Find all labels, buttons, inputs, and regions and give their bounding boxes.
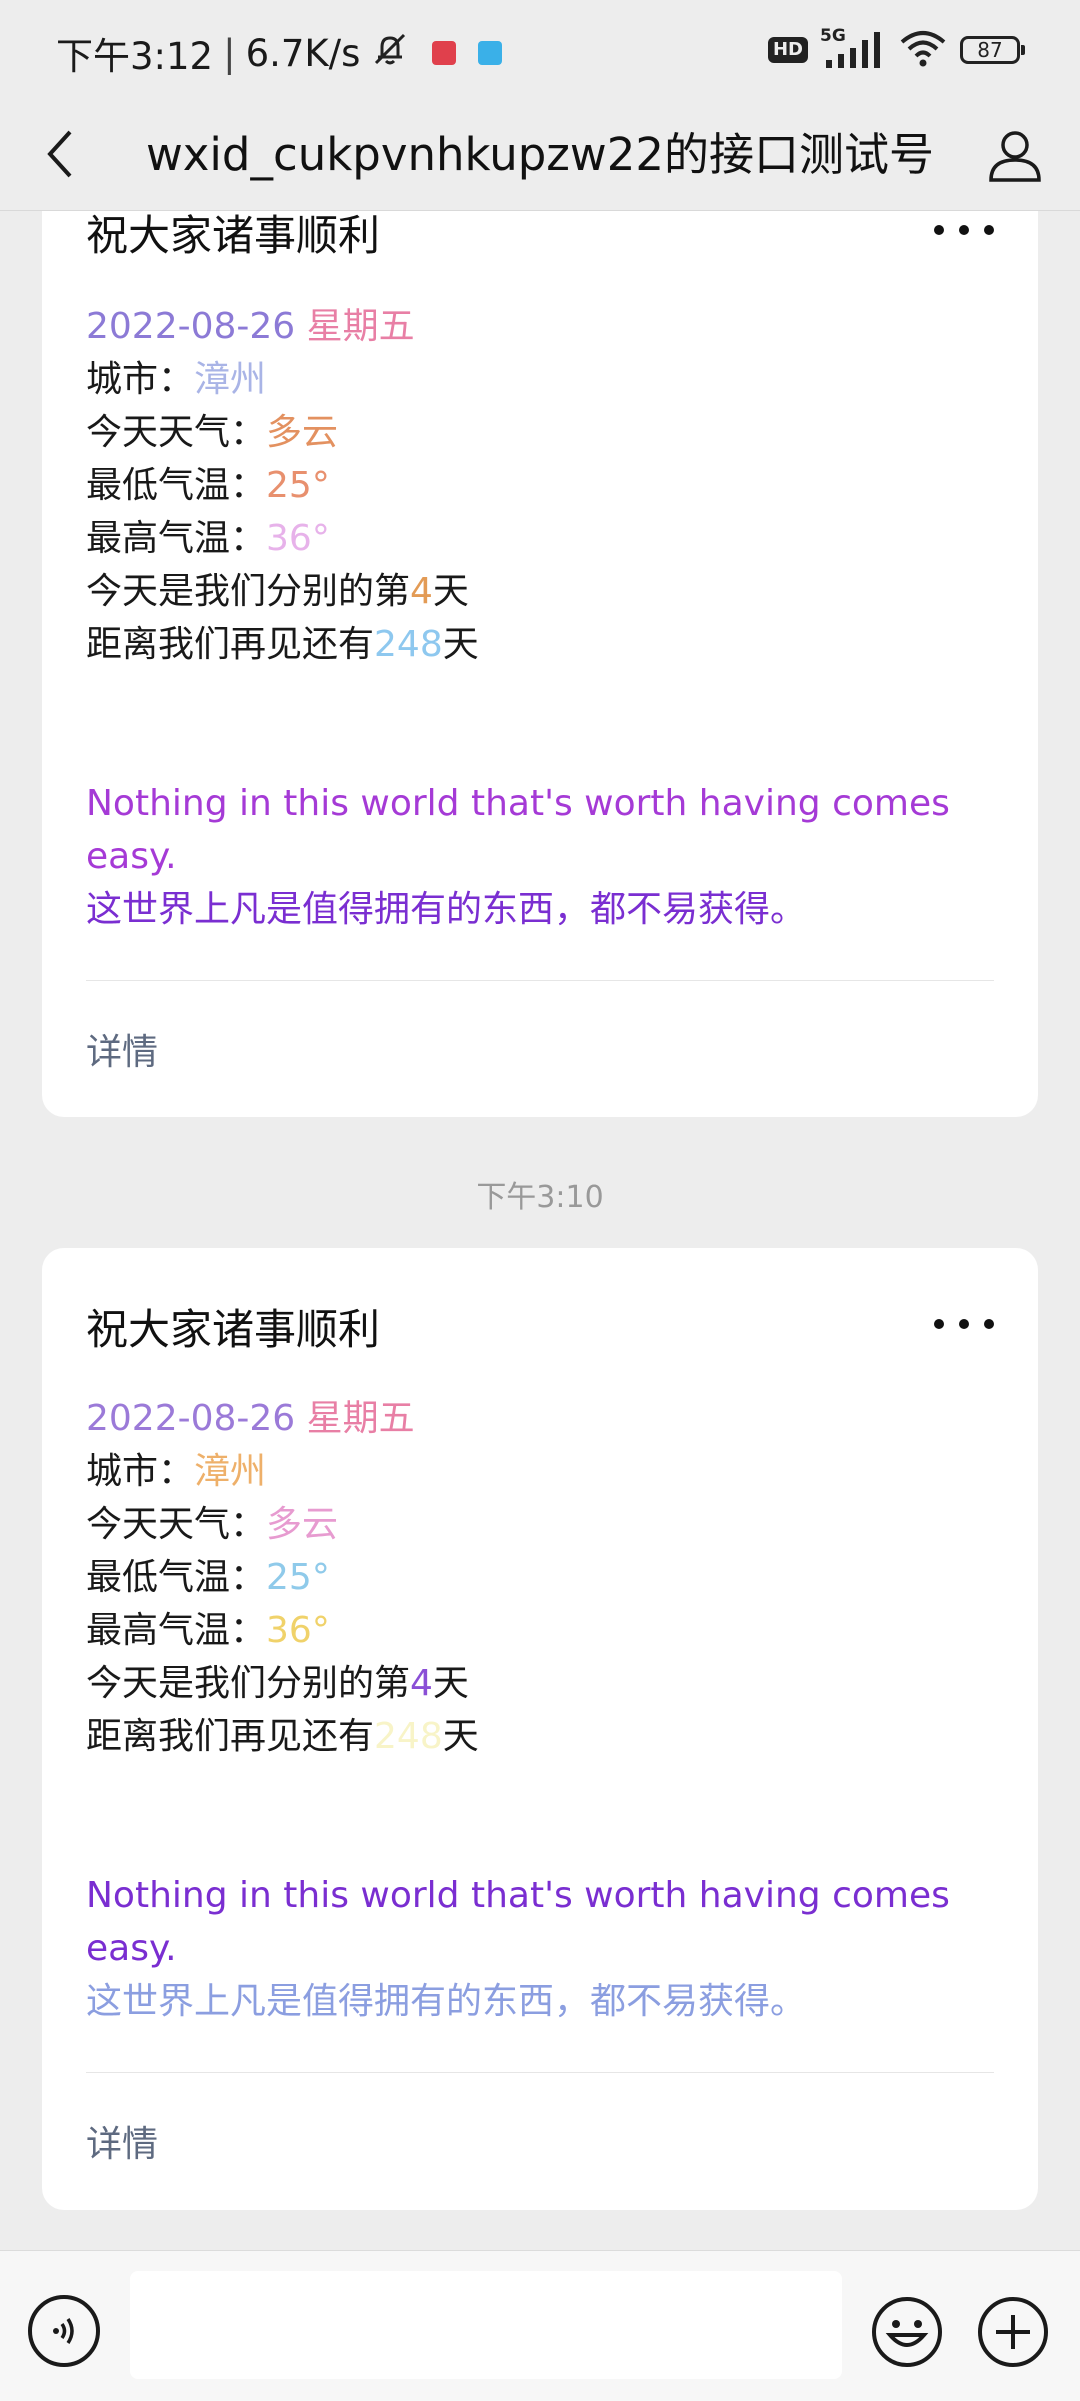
message-body: 2022-08-26 星期五 城市：漳州 今天天气：多云 最低气温：25° 最高…	[86, 300, 994, 936]
low-temp-label: 最低气温：	[86, 1557, 267, 1598]
more-dot-icon	[934, 1319, 944, 1329]
chat-header: wxid_cukpvnhkupzw22的接口测试号	[0, 100, 1080, 211]
emoji-button[interactable]	[870, 2295, 944, 2369]
more-options-button[interactable]	[934, 210, 994, 250]
status-left: 下午3:12 | 6.7K/s	[56, 26, 503, 80]
weather-line: 今天天气：多云	[86, 1498, 994, 1551]
voice-icon	[53, 2318, 74, 2344]
more-dot-icon	[959, 225, 969, 235]
net-speed: 6.7K/s	[245, 31, 361, 75]
notification-blue-icon	[478, 41, 503, 65]
message-body: 2022-08-26 星期五 城市：漳州 今天天气：多云 最低气温：25° 最高…	[86, 1392, 994, 2028]
city-line: 城市：漳州	[86, 1445, 994, 1498]
meet-days-value: 248	[374, 1716, 443, 1757]
quote-chinese: 这世界上凡是值得拥有的东西，都不易获得。	[86, 889, 807, 930]
emoji-icon	[872, 2297, 942, 2367]
signal-icon: 5G	[820, 26, 886, 70]
meet-days-line: 距离我们再见还有248天	[86, 618, 994, 671]
details-link[interactable]: 详情	[86, 2115, 158, 2167]
input-bar	[0, 2250, 1080, 2401]
wifi-icon	[898, 28, 948, 72]
battery-indicator: 87	[960, 36, 1025, 64]
plus-icon	[978, 2297, 1048, 2367]
date-value: 2022-08-26	[86, 306, 296, 347]
low-temp-label: 最低气温：	[86, 465, 267, 506]
profile-button[interactable]	[980, 120, 1050, 190]
high-temp-value: 36°	[266, 518, 330, 559]
weekday-value: 星期五	[306, 306, 415, 347]
message-timestamp: 下午3:10	[476, 1180, 604, 1215]
weather-line: 今天天气：多云	[86, 406, 994, 459]
date-line: 2022-08-26 星期五	[86, 1392, 994, 1445]
back-button[interactable]	[30, 122, 90, 186]
more-dot-icon	[984, 225, 994, 235]
template-message-card[interactable]: 祝大家诸事顺利 2022-08-26 星期五 城市：漳州 今天天气：多云 最低气…	[42, 150, 1038, 1117]
meet-days-value: 248	[374, 624, 443, 665]
city-line: 城市：漳州	[86, 353, 994, 406]
more-dot-icon	[959, 1319, 969, 1329]
template-message-card[interactable]: 祝大家诸事顺利 2022-08-26 星期五 城市：漳州 今天天气：多云 最低气…	[42, 1248, 1038, 2210]
more-dot-icon	[984, 1319, 994, 1329]
high-temp-line: 最高气温：36°	[86, 512, 994, 565]
city-value: 漳州	[194, 359, 267, 400]
more-dot-icon	[934, 225, 944, 235]
city-value: 漳州	[194, 1451, 267, 1492]
status-separator: |	[223, 31, 236, 75]
details-link[interactable]: 详情	[86, 1023, 158, 1075]
date-line: 2022-08-26 星期五	[86, 300, 994, 353]
apart-suffix: 天	[432, 571, 469, 612]
low-temp-value: 25°	[266, 1557, 330, 1598]
meet-prefix: 距离我们再见还有	[86, 1716, 375, 1757]
meet-prefix: 距离我们再见还有	[86, 624, 375, 665]
weather-label: 今天天气：	[86, 412, 267, 453]
message-input[interactable]	[130, 2271, 842, 2379]
quote-chinese: 这世界上凡是值得拥有的东西，都不易获得。	[86, 1981, 807, 2022]
low-temp-line: 最低气温：25°	[86, 459, 994, 512]
notification-red-icon	[432, 41, 457, 65]
divider	[86, 980, 994, 981]
status-bar: 下午3:12 | 6.7K/s HD 5G 87	[0, 0, 1080, 100]
city-label: 城市：	[86, 359, 195, 400]
apart-days-value: 4	[410, 1663, 433, 1704]
low-temp-value: 25°	[266, 465, 330, 506]
date-value: 2022-08-26	[86, 1398, 296, 1439]
voice-button[interactable]	[28, 2295, 100, 2367]
high-temp-value: 36°	[266, 1610, 330, 1651]
divider	[86, 2072, 994, 2073]
city-label: 城市：	[86, 1451, 195, 1492]
apart-days-line: 今天是我们分别的第4天	[86, 565, 994, 618]
chevron-left-icon	[47, 130, 72, 178]
weather-value: 多云	[266, 412, 339, 453]
quote-english: Nothing in this world that's worth havin…	[86, 783, 950, 877]
more-functions-button[interactable]	[976, 2295, 1050, 2369]
status-right: HD 5G 87	[767, 26, 1025, 72]
person-icon	[989, 131, 1041, 182]
high-temp-label: 最高气温：	[86, 518, 267, 559]
message-title: 祝大家诸事顺利	[86, 1305, 381, 1354]
weekday-value: 星期五	[306, 1398, 415, 1439]
apart-suffix: 天	[432, 1663, 469, 1704]
message-title: 祝大家诸事顺利	[86, 211, 381, 260]
low-temp-line: 最低气温：25°	[86, 1551, 994, 1604]
meet-suffix: 天	[442, 624, 479, 665]
apart-days-value: 4	[410, 571, 433, 612]
weather-label: 今天天气：	[86, 1504, 267, 1545]
mute-bell-icon	[370, 29, 410, 78]
hd-badge: HD	[767, 37, 808, 63]
more-options-button[interactable]	[934, 1304, 994, 1344]
weather-value: 多云	[266, 1504, 339, 1545]
apart-days-line: 今天是我们分别的第4天	[86, 1657, 994, 1710]
high-temp-label: 最高气温：	[86, 1610, 267, 1651]
quote-english: Nothing in this world that's worth havin…	[86, 1875, 950, 1969]
meet-days-line: 距离我们再见还有248天	[86, 1710, 994, 1763]
apart-prefix: 今天是我们分别的第	[86, 571, 411, 612]
chat-title: wxid_cukpvnhkupzw22的接口测试号	[145, 128, 934, 181]
apart-prefix: 今天是我们分别的第	[86, 1663, 411, 1704]
status-time: 下午3:12	[56, 35, 214, 78]
meet-suffix: 天	[442, 1716, 479, 1757]
high-temp-line: 最高气温：36°	[86, 1604, 994, 1657]
